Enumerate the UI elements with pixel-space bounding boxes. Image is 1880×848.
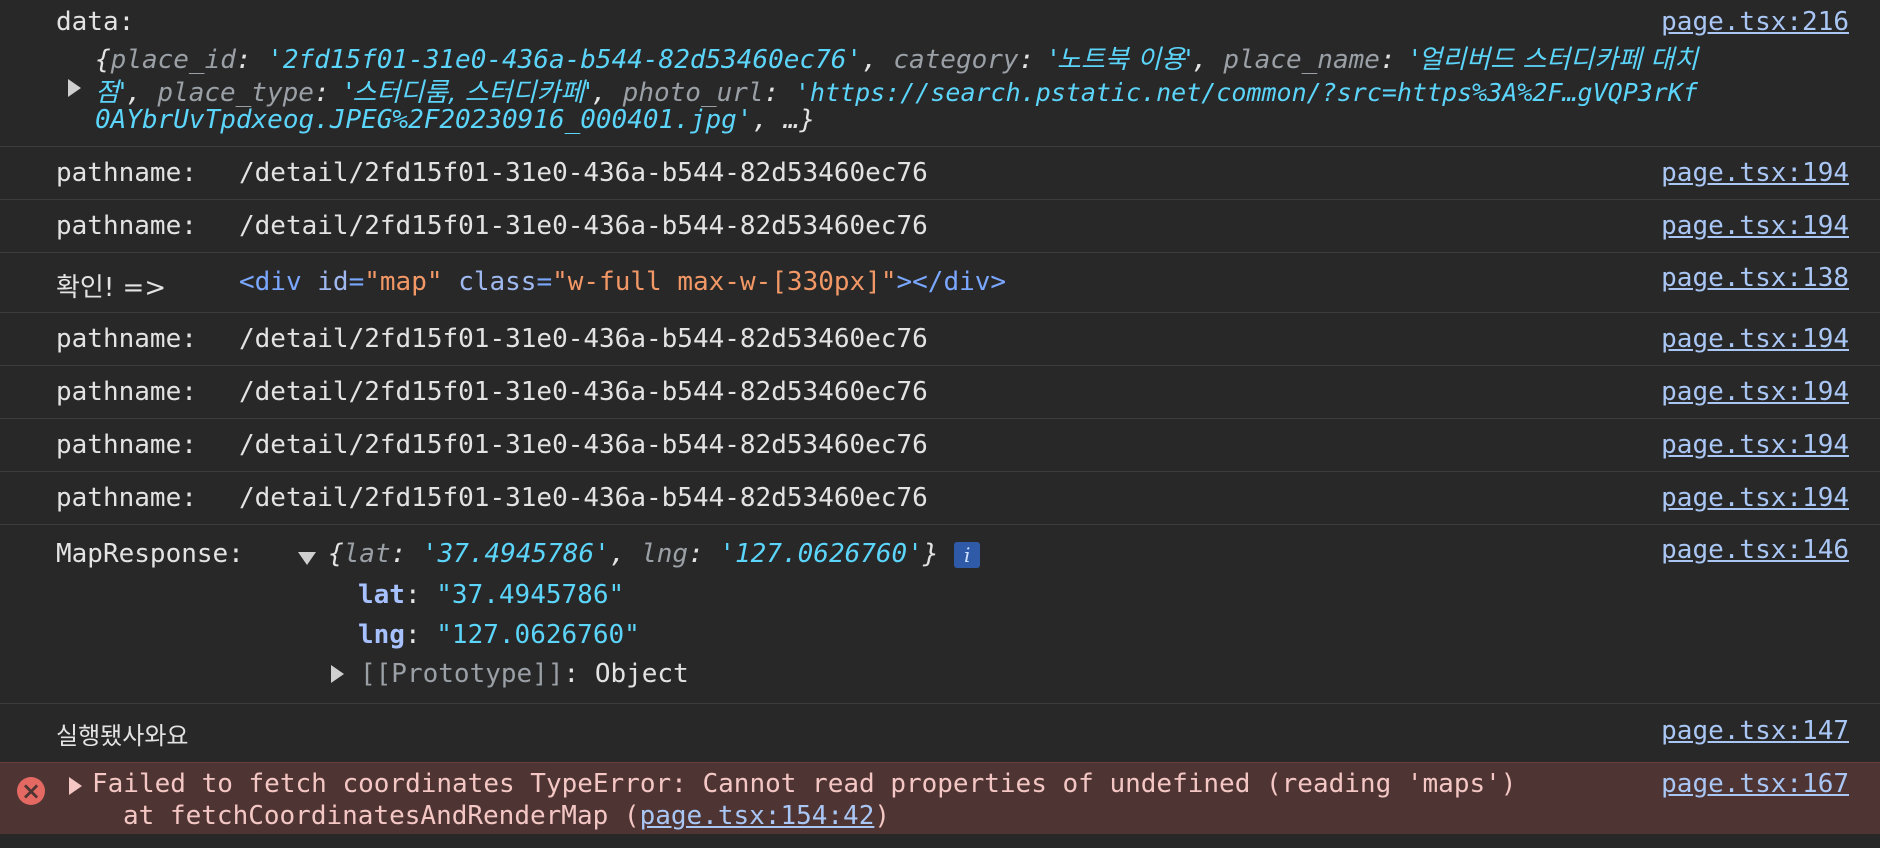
source-link[interactable]: page.tsx:146 bbox=[1661, 535, 1849, 565]
pathname-value: /detail/2fd15f01-31e0-436a-b544-82d53460… bbox=[239, 158, 928, 188]
dom-element-preview[interactable]: <div id="map" class="w-full max-w-[330px… bbox=[239, 267, 1006, 297]
source-link[interactable]: page.tsx:147 bbox=[1661, 716, 1849, 746]
error-message[interactable]: Failed to fetch coordinates TypeError: C… bbox=[92, 769, 1516, 799]
source-link[interactable]: page.tsx:216 bbox=[1661, 7, 1849, 37]
expand-triangle-icon[interactable] bbox=[331, 665, 344, 683]
console-entry-confirm: 확인! => <div id="map" class="w-full max-w… bbox=[0, 253, 1880, 313]
console-entry-error: × Failed to fetch coordinates TypeError:… bbox=[0, 762, 1880, 834]
console-entry-executed: 실행됐사와요 page.tsx:147 bbox=[0, 704, 1880, 762]
property-lng: lng: "127.0626760" bbox=[358, 620, 640, 650]
console-entry-pathname: pathname: /detail/2fd15f01-31e0-436a-b54… bbox=[0, 313, 1880, 366]
log-label: pathname: bbox=[56, 377, 197, 407]
log-label: data: bbox=[56, 7, 135, 37]
console-entry-pathname: pathname: /detail/2fd15f01-31e0-436a-b54… bbox=[0, 366, 1880, 419]
info-icon[interactable]: i bbox=[954, 542, 981, 568]
stack-source-link[interactable]: page.tsx:154:42 bbox=[640, 801, 875, 831]
expand-triangle-icon[interactable] bbox=[68, 79, 81, 97]
log-label: pathname: bbox=[56, 430, 197, 460]
pathname-value: /detail/2fd15f01-31e0-436a-b544-82d53460… bbox=[239, 324, 928, 354]
console-entry-pathname: pathname: /detail/2fd15f01-31e0-436a-b54… bbox=[0, 147, 1880, 200]
property-lat: lat: "37.4945786" bbox=[358, 580, 625, 610]
pathname-value: /detail/2fd15f01-31e0-436a-b544-82d53460… bbox=[239, 377, 928, 407]
log-label: pathname: bbox=[56, 483, 197, 513]
collapse-triangle-icon[interactable] bbox=[298, 552, 316, 565]
property-prototype[interactable]: [[Prototype]]: Object bbox=[360, 659, 689, 689]
pathname-value: /detail/2fd15f01-31e0-436a-b544-82d53460… bbox=[239, 483, 928, 513]
console-entry-pathname: pathname: /detail/2fd15f01-31e0-436a-b54… bbox=[0, 419, 1880, 472]
log-text: 실행됐사와요 bbox=[56, 722, 189, 750]
source-link[interactable]: page.tsx:138 bbox=[1661, 263, 1849, 293]
console-entry-data: data: page.tsx:216 {place_id: '2fd15f01-… bbox=[0, 0, 1880, 147]
object-preview-line-1[interactable]: {place_id: '2fd15f01-31e0-436a-b544-82d5… bbox=[95, 39, 1698, 76]
log-label: 확인! => bbox=[56, 273, 167, 303]
source-link[interactable]: page.tsx:194 bbox=[1661, 430, 1849, 460]
log-label: pathname: bbox=[56, 324, 197, 354]
source-link[interactable]: page.tsx:194 bbox=[1661, 211, 1849, 241]
log-label: MapResponse: bbox=[56, 539, 244, 569]
console-entry-map-response: MapResponse: {lat: '37.4945786', lng: '1… bbox=[0, 525, 1880, 704]
source-link[interactable]: page.tsx:194 bbox=[1661, 324, 1849, 354]
log-label: pathname: bbox=[56, 158, 197, 188]
object-preview-line-2[interactable]: 점', place_type: '스터디룸, 스터디카페', photo_url… bbox=[95, 72, 1698, 109]
pathname-value: /detail/2fd15f01-31e0-436a-b544-82d53460… bbox=[239, 211, 928, 241]
source-link[interactable]: page.tsx:194 bbox=[1661, 483, 1849, 513]
error-stack-line: at fetchCoordinatesAndRenderMap (page.ts… bbox=[123, 801, 891, 831]
pathname-value: /detail/2fd15f01-31e0-436a-b544-82d53460… bbox=[239, 430, 928, 460]
console-entry-pathname: pathname: /detail/2fd15f01-31e0-436a-b54… bbox=[0, 200, 1880, 253]
log-label: pathname: bbox=[56, 211, 197, 241]
console-log: data: page.tsx:216 {place_id: '2fd15f01-… bbox=[0, 0, 1880, 834]
source-link[interactable]: page.tsx:194 bbox=[1661, 377, 1849, 407]
object-preview-line-3[interactable]: 0AYbrUvTpdxeog.JPEG%2F20230916_000401.jp… bbox=[95, 105, 815, 135]
expand-triangle-icon[interactable] bbox=[69, 777, 82, 795]
error-icon: × bbox=[17, 777, 45, 805]
source-link[interactable]: page.tsx:194 bbox=[1661, 158, 1849, 188]
object-summary[interactable]: {lat: '37.4945786', lng: '127.0626760'} … bbox=[328, 539, 981, 569]
console-entry-pathname: pathname: /detail/2fd15f01-31e0-436a-b54… bbox=[0, 472, 1880, 525]
source-link[interactable]: page.tsx:167 bbox=[1661, 769, 1849, 799]
